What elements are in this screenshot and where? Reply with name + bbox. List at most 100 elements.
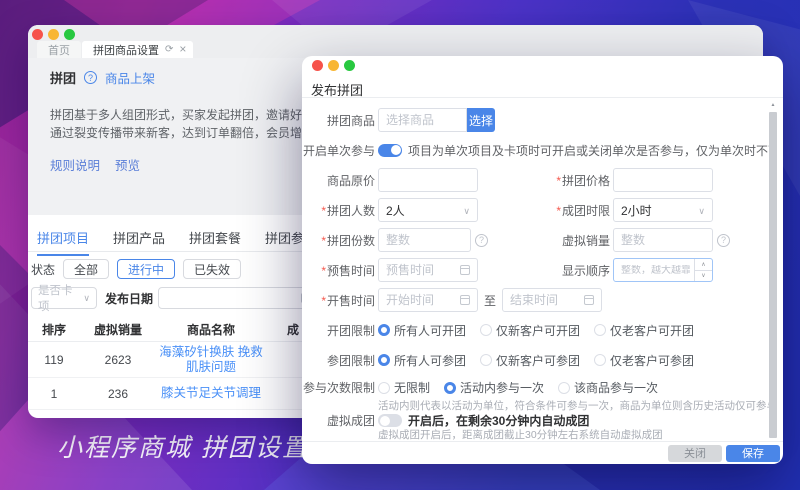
product-listing-link[interactable]: 商品上架 <box>105 68 155 87</box>
status-ongoing-button[interactable]: 进行中 <box>117 259 175 279</box>
sale-start-wrap <box>378 288 478 312</box>
sale-start-input[interactable] <box>386 293 456 307</box>
zoom-window-button[interactable] <box>344 60 355 71</box>
product-name-link[interactable]: 海藻矽针换肤 挽救肌肤问题 <box>156 345 266 375</box>
presale-time-input[interactable] <box>386 263 456 277</box>
card-type-select[interactable]: 是否卡项 <box>31 287 97 309</box>
field-size-row: *拼团人数 2人 *成团时限 2小时 <box>302 195 769 225</box>
browser-tabs: 首页 拼团商品设置 <box>37 41 194 58</box>
field-single-join: 开启单次参与 项目为单次项目及卡项时可开启或关闭单次是否参与，仅为单次时不可关闭 <box>302 135 769 165</box>
close-window-button[interactable] <box>32 29 43 40</box>
toggle-knob <box>380 416 390 426</box>
join-limit-label: 参团限制 <box>302 352 375 369</box>
cell-sort: 119 <box>28 353 80 367</box>
toggle-knob <box>391 145 401 155</box>
close-window-button[interactable] <box>312 60 323 71</box>
group-deadline-select[interactable]: 2小时 <box>613 198 713 222</box>
chevron-down-icon <box>698 203 705 217</box>
virtual-group-toggle[interactable] <box>378 414 402 427</box>
times-limit-label: 参与次数限制 <box>302 379 375 396</box>
radio-option[interactable]: 仅老客户可开团 <box>594 322 694 339</box>
group-price-label: *拼团价格 <box>488 172 610 189</box>
radio-option[interactable]: 仅新客户可开团 <box>480 322 580 339</box>
sale-end-wrap <box>502 288 602 312</box>
sale-end-input[interactable] <box>510 293 580 307</box>
card-type-value: 是否卡项 <box>38 282 83 314</box>
scrollbar-thumb[interactable] <box>769 112 777 438</box>
close-button[interactable]: 关闭 <box>668 445 722 462</box>
number-stepper <box>694 259 712 281</box>
sale-time-joiner: 至 <box>484 292 496 309</box>
field-price-row: 商品原价 *拼团价格 <box>302 165 769 195</box>
virtual-sales-input[interactable] <box>621 233 705 247</box>
cell-sort: 1 <box>28 387 80 401</box>
minimize-window-button[interactable] <box>48 29 59 40</box>
radio-option[interactable]: 仅新客户可参团 <box>480 352 580 369</box>
field-sale-time-row: *开售时间 至 <box>302 285 769 315</box>
status-all-button[interactable]: 全部 <box>63 259 109 279</box>
question-circle-icon[interactable] <box>717 234 730 247</box>
tab-home-label: 首页 <box>48 42 70 58</box>
radio-icon <box>378 382 390 394</box>
presale-time-wrap <box>378 258 478 282</box>
field-join-limit: 参团限制 所有人可参团 仅新客户可参团 仅老客户可参团 <box>302 345 769 375</box>
group-size-value: 2人 <box>386 202 405 219</box>
publish-date-label: 发布日期 <box>105 290 153 307</box>
product-input[interactable] <box>386 113 459 127</box>
scrollbar[interactable] <box>769 100 777 438</box>
save-button[interactable]: 保存 <box>726 445 780 462</box>
tab-home[interactable]: 首页 <box>37 41 81 58</box>
scroll-up-icon[interactable] <box>769 100 777 110</box>
sale-time-label: *开售时间 <box>302 292 375 309</box>
radio-icon <box>594 354 606 366</box>
question-circle-icon[interactable] <box>475 234 488 247</box>
virtual-group-helper: 虚拟成团开启后，距离成团截止30分钟左右系统自动虚拟成团 <box>378 429 769 441</box>
tab-group-settings[interactable]: 拼团商品设置 <box>82 41 193 58</box>
choose-product-button[interactable]: 选择 <box>467 108 495 132</box>
minimize-window-button[interactable] <box>328 60 339 71</box>
group-size-select[interactable]: 2人 <box>378 198 478 222</box>
field-product: 拼团商品 选择 <box>302 105 769 135</box>
required-mark: * <box>321 264 326 278</box>
chevron-down-icon <box>83 292 90 304</box>
publish-group-modal: 发布拼团 拼团商品 选择 开启单次参与 项目为单次项目及卡项时可开启或关闭单次是… <box>302 56 783 464</box>
radio-option[interactable]: 所有人可参团 <box>378 352 466 369</box>
publish-date-input[interactable] <box>158 287 318 309</box>
stepper-down-icon[interactable] <box>695 271 712 282</box>
status-expired-button[interactable]: 已失效 <box>183 259 241 279</box>
single-join-label: 开启单次参与 <box>302 142 375 159</box>
display-order-input[interactable] <box>621 265 690 276</box>
radio-option[interactable]: 该商品参与一次 <box>558 379 658 396</box>
traffic-lights <box>32 29 75 40</box>
help-icon[interactable] <box>84 71 97 84</box>
radio-option[interactable]: 所有人可开团 <box>378 322 466 339</box>
virtual-sales-wrap <box>613 228 713 252</box>
cell-sales: 2623 <box>80 353 156 367</box>
single-join-toggle[interactable] <box>378 144 402 157</box>
field-virtual-group: 虚拟成团 开启后，在剩余30分钟内自动成团 虚拟成团开启后，距离成团截止30分钟… <box>302 412 769 441</box>
required-mark: * <box>321 204 326 218</box>
page-header: 拼团 商品上架 <box>50 68 155 87</box>
original-price-wrap <box>378 168 478 192</box>
group-count-input[interactable] <box>386 233 463 247</box>
refresh-icon[interactable] <box>165 45 173 55</box>
field-presale-row: *预售时间 显示顺序 <box>302 255 769 285</box>
virtual-group-label: 虚拟成团 <box>302 412 375 429</box>
col-product-name: 商品名称 <box>156 321 266 338</box>
group-count-wrap <box>378 228 471 252</box>
product-name-link[interactable]: 膝关节足关节调理 <box>156 386 266 401</box>
col-sort: 排序 <box>28 321 80 338</box>
zoom-window-button[interactable] <box>64 29 75 40</box>
original-price-input[interactable] <box>386 173 470 187</box>
radio-option[interactable]: 无限制 <box>378 379 430 396</box>
chevron-down-icon <box>463 203 470 217</box>
radio-option[interactable]: 活动内参与一次 <box>444 379 544 396</box>
radio-option[interactable]: 仅老客户可参团 <box>594 352 694 369</box>
stepper-up-icon[interactable] <box>695 259 712 271</box>
rules-link[interactable]: 规则说明 <box>50 155 100 174</box>
filter-row: 是否卡项 发布日期 <box>31 287 318 309</box>
group-price-input[interactable] <box>621 173 705 187</box>
close-tab-icon[interactable] <box>179 43 186 56</box>
preview-link[interactable]: 预览 <box>115 155 140 174</box>
radio-selected-icon <box>378 354 390 366</box>
